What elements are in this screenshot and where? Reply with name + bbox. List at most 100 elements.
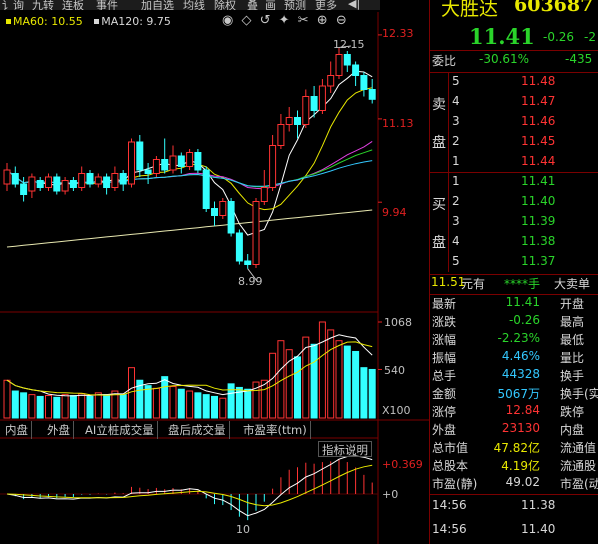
stats-row: 市盈(静) 49.02 市盈(动 bbox=[429, 475, 598, 493]
buy-row[interactable]: 4 11.38 bbox=[429, 232, 598, 252]
candle bbox=[343, 51, 351, 72]
candle-body bbox=[128, 141, 135, 185]
candle-body bbox=[78, 173, 86, 188]
sell-row[interactable]: 2 11.45 bbox=[429, 132, 598, 152]
stat-label-secondary: 量比 bbox=[560, 351, 585, 365]
macd-axis-zero: +0 bbox=[382, 488, 399, 501]
candle bbox=[219, 198, 227, 219]
tab-pe-ttm[interactable]: 市盈率(ttm) bbox=[240, 421, 311, 439]
tab-after-hours-volume[interactable]: 盘后成交量 bbox=[165, 421, 230, 439]
tab-ai-volume[interactable]: AI立桩成交量 bbox=[82, 421, 158, 439]
buy-row[interactable]: 2 11.40 bbox=[429, 192, 598, 212]
sell-price: 11.48 bbox=[521, 74, 556, 88]
volume-bar bbox=[352, 350, 360, 419]
buy-row[interactable]: 1 11.41 bbox=[429, 172, 598, 192]
sell-row[interactable]: 3 11.46 bbox=[429, 112, 598, 132]
volume-bar bbox=[94, 392, 102, 419]
candle bbox=[53, 173, 61, 195]
buy-row[interactable]: 3 11.39 bbox=[429, 212, 598, 232]
sell-level: 5 bbox=[452, 74, 460, 88]
candle bbox=[368, 79, 376, 104]
volume-bar bbox=[343, 345, 351, 419]
stat-label-secondary: 内盘 bbox=[560, 423, 585, 437]
volume-bar bbox=[78, 393, 86, 419]
buy-level: 3 bbox=[452, 214, 460, 228]
stat-label: 涨幅 bbox=[432, 333, 457, 347]
stats-row: 总手 44328 换手 bbox=[429, 367, 598, 385]
ma120-trend-line bbox=[6, 209, 373, 248]
tab-outer-volume[interactable]: 外盘 bbox=[44, 421, 74, 439]
stats-row: 涨幅 -2.23% 最低 bbox=[429, 331, 598, 349]
volume-bar bbox=[318, 321, 326, 419]
volume-bar bbox=[3, 379, 11, 419]
candle-body bbox=[61, 180, 69, 192]
candle-body bbox=[36, 180, 44, 188]
volume-bar bbox=[20, 392, 28, 419]
candle bbox=[327, 61, 335, 93]
candle bbox=[269, 135, 277, 191]
stats-row: 涨跌 -0.26 最高 bbox=[429, 313, 598, 331]
candle-body bbox=[294, 117, 301, 125]
sell-level: 1 bbox=[452, 154, 460, 168]
candle bbox=[318, 79, 326, 114]
candle bbox=[335, 47, 343, 79]
sell-orders: 卖 盘 5 11.48 4 11.47 3 11.46 2 11.45 1 11.44 bbox=[429, 72, 598, 172]
tab-inner-volume[interactable]: 内盘 bbox=[2, 421, 32, 439]
candle-body bbox=[368, 89, 376, 100]
candle-body bbox=[285, 117, 293, 125]
low-price-annotation: 8.99 bbox=[238, 275, 263, 288]
stat-value: 4.19亿 bbox=[501, 459, 540, 473]
candle bbox=[119, 170, 127, 191]
volume-bar bbox=[152, 387, 160, 419]
stats-row: 涨停 12.84 跌停 bbox=[429, 403, 598, 421]
kline-chart[interactable] bbox=[0, 0, 429, 544]
sell-level: 2 bbox=[452, 134, 460, 148]
candle-body bbox=[244, 260, 252, 265]
stat-value: 5067万 bbox=[497, 387, 540, 401]
candle-body bbox=[53, 176, 61, 192]
volume-bar bbox=[36, 395, 44, 419]
volume-bar bbox=[310, 343, 318, 419]
volume-bar bbox=[294, 356, 301, 419]
candle bbox=[277, 114, 285, 149]
candle-body bbox=[28, 176, 36, 192]
stock-header: 大胜达 603687 bbox=[429, 0, 598, 24]
candle-body bbox=[177, 155, 185, 167]
candle-body bbox=[152, 159, 160, 174]
sell-row[interactable]: 1 11.44 bbox=[429, 152, 598, 172]
candle bbox=[235, 229, 243, 265]
candle-body bbox=[136, 141, 144, 171]
candle-body bbox=[260, 187, 268, 202]
sell-row[interactable]: 5 11.48 bbox=[429, 72, 598, 92]
price-axis-top: 12.33 bbox=[382, 27, 414, 40]
volume-bar bbox=[103, 394, 111, 419]
candle bbox=[45, 173, 52, 191]
candle bbox=[252, 198, 260, 268]
candle bbox=[28, 173, 36, 198]
volume-bar bbox=[202, 394, 210, 419]
price-change-extra: -2 bbox=[584, 30, 596, 44]
stat-label-secondary: 流通值 bbox=[560, 441, 597, 455]
candle-body bbox=[343, 54, 351, 66]
sell-row[interactable]: 4 11.47 bbox=[429, 92, 598, 112]
stats-table: 最新 11.41 开盘 涨跌 -0.26 最高 涨幅 -2.23% 最低 振幅 4.46% 量比 总手 4… bbox=[429, 295, 598, 493]
candle bbox=[227, 198, 235, 237]
volume-axis-top: 1068 bbox=[384, 316, 412, 329]
buy-price: 11.39 bbox=[521, 214, 556, 228]
volume-bar bbox=[227, 383, 235, 419]
volume-bar bbox=[194, 392, 202, 419]
buy-price: 11.37 bbox=[521, 254, 556, 268]
candle bbox=[69, 177, 77, 191]
buy-level: 2 bbox=[452, 194, 460, 208]
candle bbox=[103, 173, 111, 195]
buy-level: 5 bbox=[452, 254, 460, 268]
sell-level: 4 bbox=[452, 94, 460, 108]
indicator-help-button[interactable]: 指标说明 bbox=[318, 441, 372, 457]
stat-label-secondary: 最高 bbox=[560, 315, 585, 329]
stat-label: 市盈(静) bbox=[432, 477, 478, 491]
buy-price: 11.40 bbox=[521, 194, 556, 208]
volume-bar bbox=[211, 395, 218, 419]
candle-body bbox=[360, 75, 368, 90]
sell-price: 11.44 bbox=[521, 154, 556, 168]
buy-row[interactable]: 5 11.37 bbox=[429, 252, 598, 272]
